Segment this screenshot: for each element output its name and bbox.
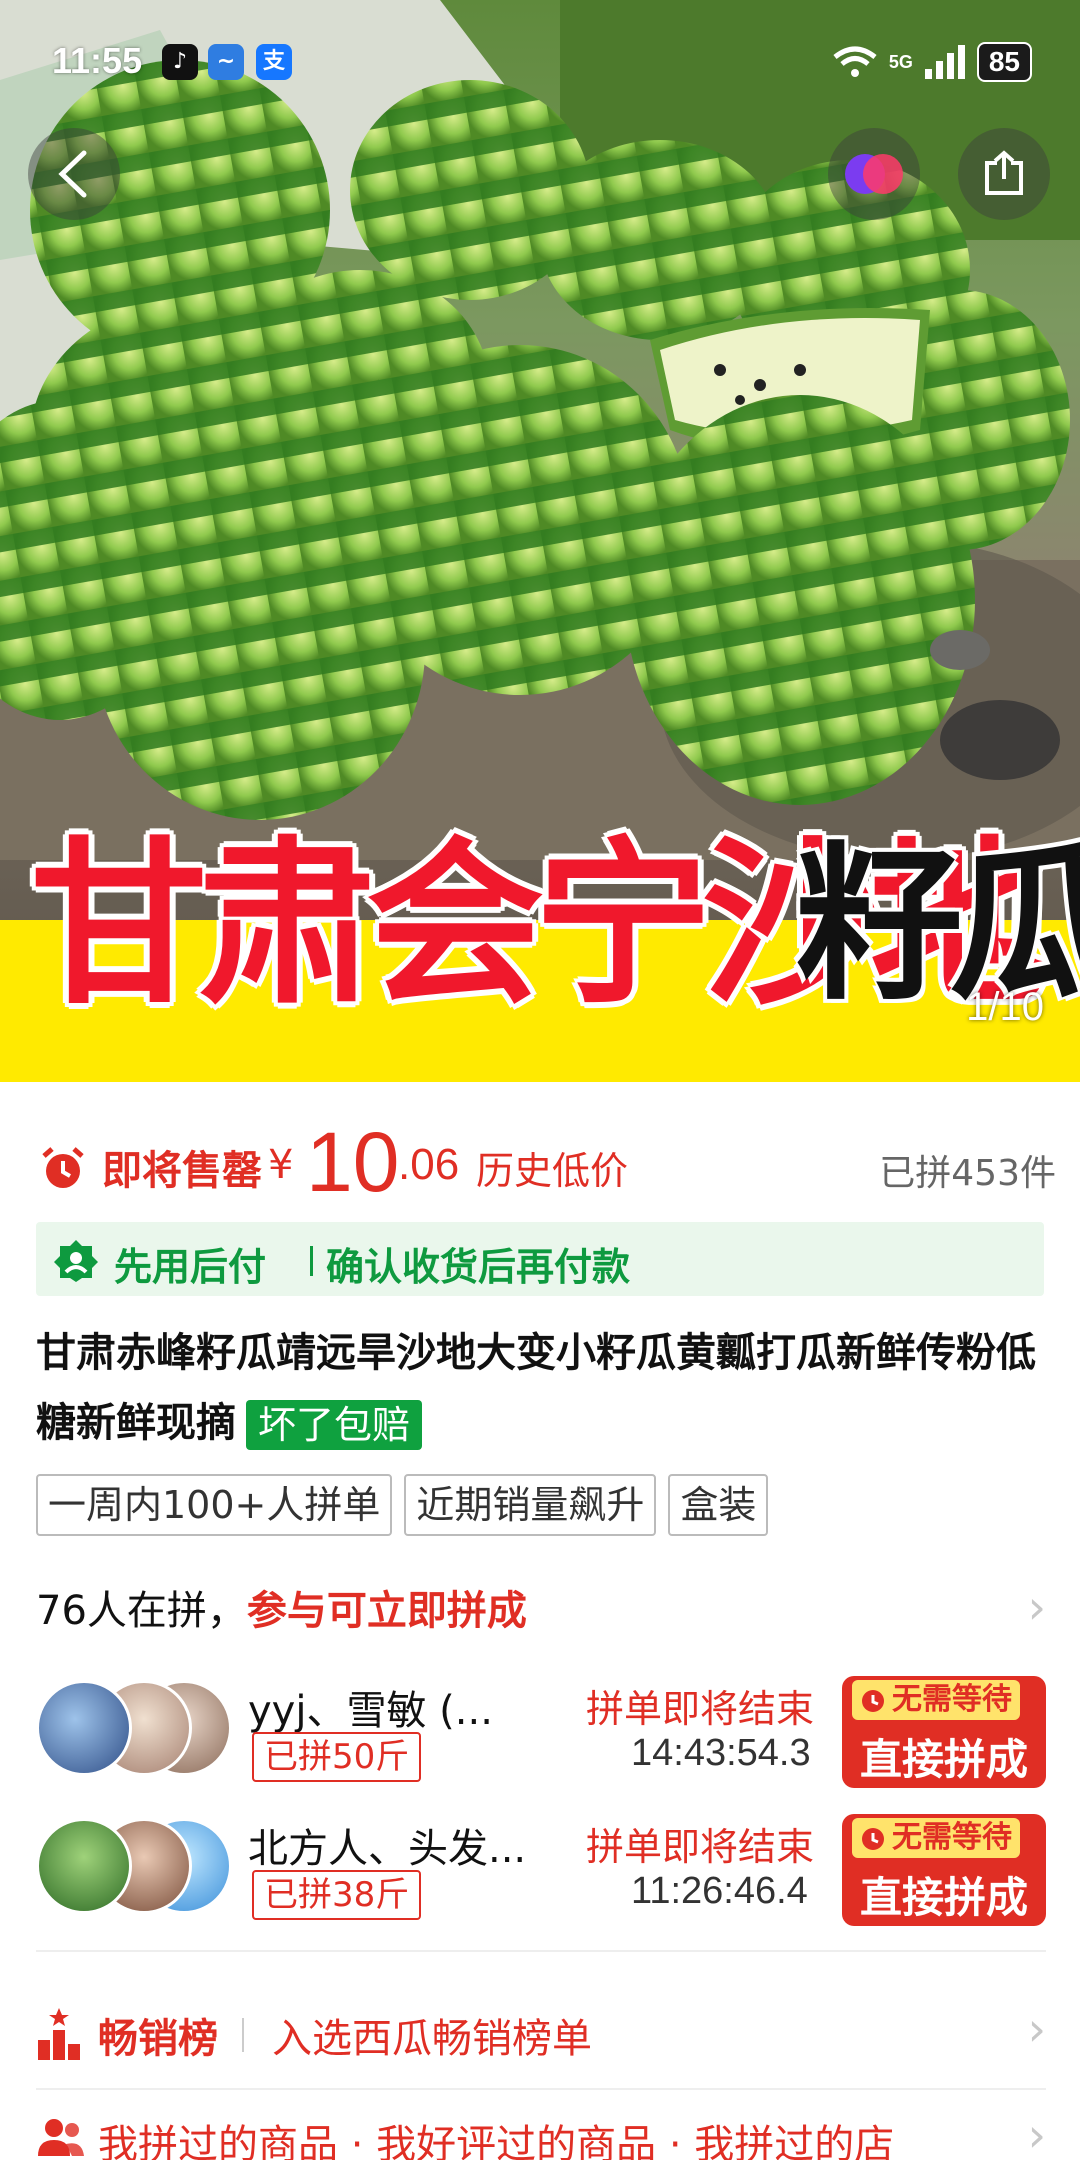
purchase-history-text: 我拼过的商品 · 我好评过的商品 · 我拼过的店 xyxy=(98,2122,895,2160)
divider xyxy=(36,1950,1046,1952)
avatar-group xyxy=(36,1680,236,1780)
status-bar: 11:55 ♪ ~ 支 5G 85 xyxy=(0,0,1080,120)
share-button[interactable] xyxy=(958,128,1050,220)
countdown-timer: 11:26:46.4 xyxy=(631,1870,808,1912)
no-wait-badge: 无需等待 xyxy=(852,1680,1020,1720)
group-cta: 参与可立即拼成 xyxy=(246,1588,527,1634)
ending-soon-label: 拼单即将结束 xyxy=(586,1687,815,1731)
back-button[interactable] xyxy=(28,128,120,220)
group-join-item: yyj、雪敏 (... 已拼50斤 拼单即将结束 14:43:54.3 无需等待… xyxy=(36,1670,1046,1790)
users-icon xyxy=(38,2119,84,2156)
guarantee-badge: 坏了包赔 xyxy=(246,1400,423,1450)
pay-later-label: 先用后付 xyxy=(114,1245,267,1289)
pay-later-detail: 确认收货后再付款 xyxy=(326,1245,631,1289)
bestseller-text: 入选西瓜畅销榜单 xyxy=(272,2016,592,2062)
tag-sales-rising: 近期销量飙升 xyxy=(404,1474,657,1536)
join-now-label: 直接拼成 xyxy=(859,1735,1028,1784)
group-member-names: yyj、雪敏 (... xyxy=(248,1688,493,1734)
bestseller-title: 畅销榜 xyxy=(98,2016,218,2062)
joined-amount-badge: 已拼50斤 xyxy=(252,1732,422,1782)
chevron-right-icon: › xyxy=(1027,2108,1046,2160)
status-time: 11:55 xyxy=(52,40,143,81)
product-title-text: 甘肃赤峰籽瓜靖远旱沙地大变小籽瓜黄瓤打瓜新鲜传粉低糖新鲜现摘 xyxy=(36,1330,1036,1446)
price-decimal: .06 xyxy=(398,1140,460,1189)
clock-icon xyxy=(862,1690,884,1712)
pay-later-banner[interactable]: 先用后付 确认收货后再付款 xyxy=(36,1222,1044,1296)
tiktok-icon: ♪ xyxy=(162,44,198,80)
tag-boxed: 盒装 xyxy=(668,1474,769,1536)
group-member-names: 北方人、头发... xyxy=(248,1826,527,1872)
avatar xyxy=(36,1818,132,1914)
selling-out-label: 即将售罄 xyxy=(102,1148,262,1194)
no-wait-label: 无需等待 xyxy=(892,1682,1012,1717)
price-integer: 10 xyxy=(306,1115,400,1209)
bestseller-row[interactable]: 畅销榜 入选西瓜畅销榜单 › xyxy=(36,1982,1046,2082)
countdown-timer: 14:43:54.3 xyxy=(631,1732,811,1774)
avatar-group xyxy=(36,1818,236,1918)
joined-amount-badge: 已拼38斤 xyxy=(252,1870,422,1920)
pay-later-badge-icon xyxy=(54,1240,98,1282)
currency-symbol: ¥ xyxy=(268,1142,294,1188)
share-icon xyxy=(985,150,1023,195)
clock-icon xyxy=(862,1828,884,1850)
chevron-right-icon: › xyxy=(1027,1580,1046,1634)
group-count: 76人在拼， xyxy=(36,1588,247,1634)
product-info: 即将售罄 ¥ 10 .06 历史低价 已拼453件 先用后付 确认收货后再付款 … xyxy=(0,1082,1080,2160)
ending-soon-label: 拼单即将结束 xyxy=(586,1825,815,1869)
historical-low-label: 历史低价 xyxy=(476,1149,629,1193)
group-join-item: 北方人、头发... 已拼38斤 拼单即将结束 11:26:46.4 无需等待 直… xyxy=(36,1808,1046,1928)
bestseller-separator xyxy=(242,2018,244,2052)
brand-logo-icon xyxy=(845,154,903,194)
product-title: 甘肃赤峰籽瓜靖远旱沙地大变小籽瓜黄瓤打瓜新鲜传粉低糖新鲜现摘 坏了包赔 xyxy=(36,1318,1046,1458)
pay-separator xyxy=(310,1246,313,1276)
price-row: 即将售罄 ¥ 10 .06 历史低价 已拼453件 xyxy=(36,1112,1056,1212)
cloud-app-icon: ~ xyxy=(208,44,244,80)
network-type: 5G xyxy=(888,51,913,72)
chevron-right-icon: › xyxy=(1027,2002,1046,2056)
join-now-label: 直接拼成 xyxy=(859,1873,1028,1922)
purchase-history-row[interactable]: 我拼过的商品 · 我好评过的商品 · 我拼过的店 › xyxy=(36,2108,1046,2160)
chevron-left-icon xyxy=(58,150,87,198)
join-now-button[interactable]: 无需等待 直接拼成 xyxy=(842,1814,1046,1926)
divider xyxy=(36,2088,1046,2090)
signal-icon xyxy=(924,45,965,79)
tag-group-buyers: 一周内100+人拼单 xyxy=(36,1474,393,1536)
brand-logo-button[interactable] xyxy=(828,128,920,220)
alipay-icon: 支 xyxy=(256,44,292,80)
group-buy-text: 76人在拼，参与可立即拼成 xyxy=(36,1578,527,1636)
battery-level: 85 xyxy=(976,42,1032,82)
avatar xyxy=(36,1680,132,1776)
group-buy-row[interactable]: 76人在拼，参与可立即拼成 › xyxy=(36,1562,1046,1642)
status-indicators: 5G 85 xyxy=(833,40,1032,84)
no-wait-label: 无需等待 xyxy=(892,1820,1012,1855)
wifi-icon xyxy=(833,46,877,77)
product-tags: 一周内100+人拼单 近期销量飙升 盒装 xyxy=(36,1474,769,1536)
image-page-indicator: 1/10 xyxy=(966,985,1044,1029)
alarm-clock-icon xyxy=(42,1147,84,1188)
join-now-button[interactable]: 无需等待 直接拼成 xyxy=(842,1676,1046,1788)
ranking-icon xyxy=(38,2008,80,2060)
no-wait-badge: 无需等待 xyxy=(852,1818,1020,1858)
sold-count: 已拼453件 xyxy=(879,1153,1056,1194)
product-image-carousel[interactable]: 甘肃会宁沙地 籽瓜 1/10 11:55 ♪ ~ 支 5G 85 xyxy=(0,0,1080,1082)
